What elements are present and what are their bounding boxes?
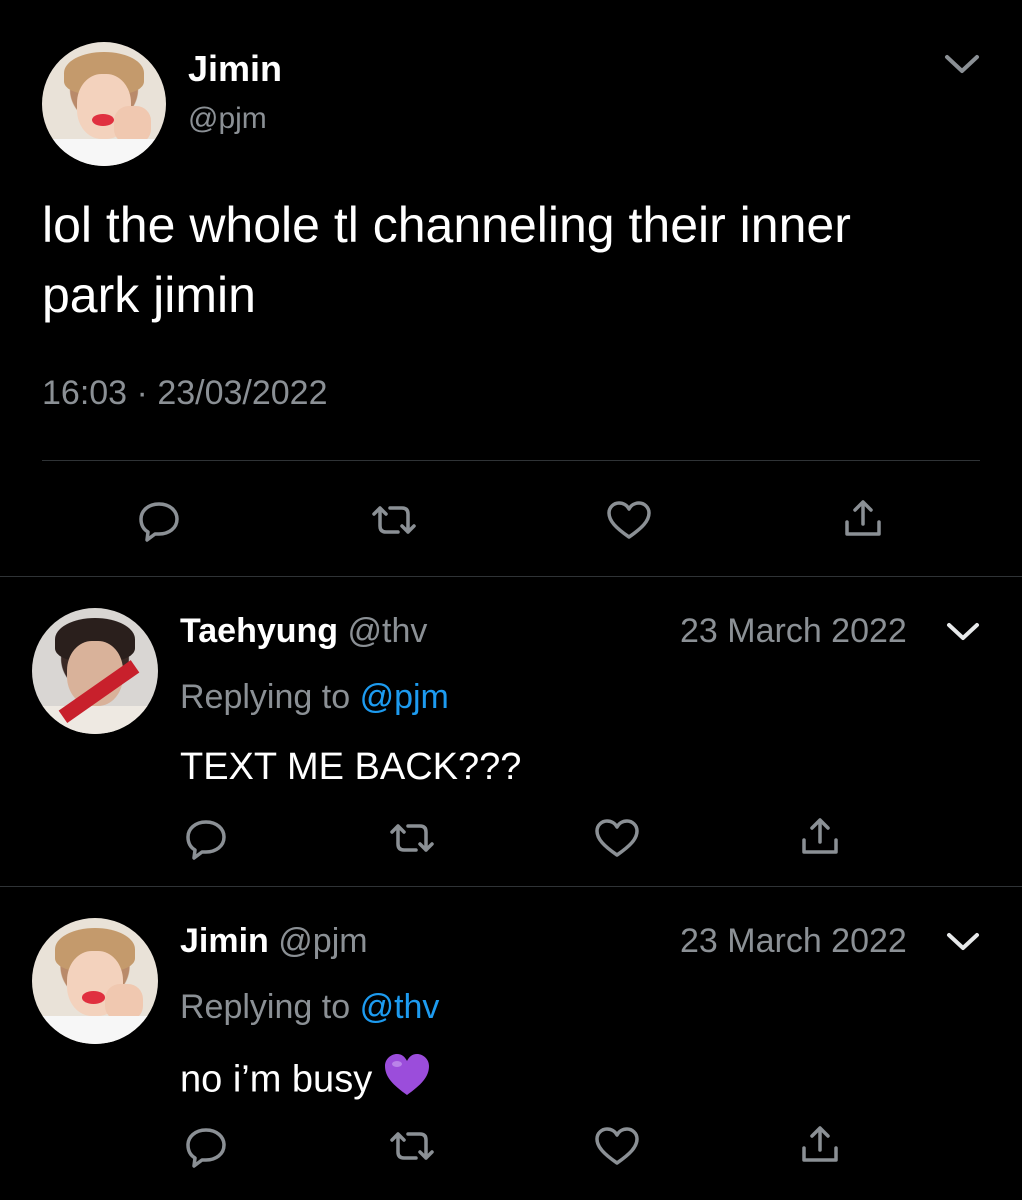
avatar-jimin-main[interactable] [42,42,166,166]
reply-1-replying: Replying to @pjm [180,678,449,717]
chevron-down-icon[interactable] [942,52,982,76]
avatar-lips [82,991,106,1004]
retweet-button[interactable] [370,502,418,538]
main-tweet-display-name[interactable]: Jimin [188,48,282,90]
retweet-button[interactable] [388,820,436,856]
share-button[interactable] [843,498,883,540]
heart-icon [607,501,651,539]
main-tweet-text-line2: park jimin [42,267,256,323]
avatar-jimin-reply[interactable] [32,918,158,1044]
reply-1-header: Taehyung @thv [180,612,427,651]
thread-divider-2 [0,886,1022,887]
reply-icon [186,1128,226,1168]
thread-divider-1 [0,576,1022,577]
share-icon [802,1126,838,1162]
reply-button[interactable] [184,818,228,860]
reply-2-display-name[interactable]: Jimin [180,922,269,960]
heart-icon [595,1127,639,1165]
reply-icon [186,820,226,860]
replying-to-link[interactable]: @thv [360,988,440,1026]
retweet-button[interactable] [388,1128,436,1164]
reply-2-text-row: no i’m busy [180,1052,432,1108]
main-tweet-divider [42,460,980,461]
reply-2-text: no i’m busy [180,1058,373,1101]
avatar-taehyung[interactable] [32,608,158,734]
share-icon [845,500,881,536]
share-icon [802,818,838,854]
purple-heart-icon [382,1052,432,1108]
share-button[interactable] [800,816,840,858]
replying-prefix: Replying to [180,988,351,1026]
reply-2-date[interactable]: 23 March 2022 [680,922,907,961]
reply-icon [139,502,179,542]
main-tweet-handle[interactable]: @pjm [188,102,267,136]
main-tweet-time: 16:03 [42,374,128,412]
heart-icon [595,819,639,857]
reply-1-text: TEXT ME BACK??? [180,746,522,788]
reply-2-header: Jimin @pjm [180,922,368,961]
reply-button[interactable] [184,1126,228,1168]
chevron-down-icon[interactable] [944,930,982,954]
like-button[interactable] [594,1126,640,1166]
main-tweet-text-line1: lol the whole tl channeling their inner [42,197,851,253]
main-tweet-date[interactable]: 23/03/2022 [157,374,327,412]
replying-to-link[interactable]: @pjm [360,678,449,716]
chevron-down-icon[interactable] [944,620,982,644]
like-button[interactable] [594,818,640,858]
like-button[interactable] [606,500,652,540]
retweet-icon [372,506,416,534]
avatar-shirt [42,138,166,166]
reply-1-display-name[interactable]: Taehyung [180,612,338,650]
replying-prefix: Replying to [180,678,351,716]
timestamp-separator: · [136,374,148,412]
avatar-shirt [32,706,158,734]
reply-button[interactable] [137,500,181,542]
share-button[interactable] [800,1124,840,1166]
retweet-icon [390,824,434,852]
reply-2-replying: Replying to @thv [180,988,439,1027]
reply-2-handle[interactable]: @pjm [278,922,367,960]
reply-1-handle[interactable]: @thv [348,612,428,650]
avatar-shirt [32,1016,158,1044]
main-tweet-timestamp: 16:03 · 23/03/2022 [42,374,328,413]
retweet-icon [390,1132,434,1160]
reply-1-date[interactable]: 23 March 2022 [680,612,907,651]
